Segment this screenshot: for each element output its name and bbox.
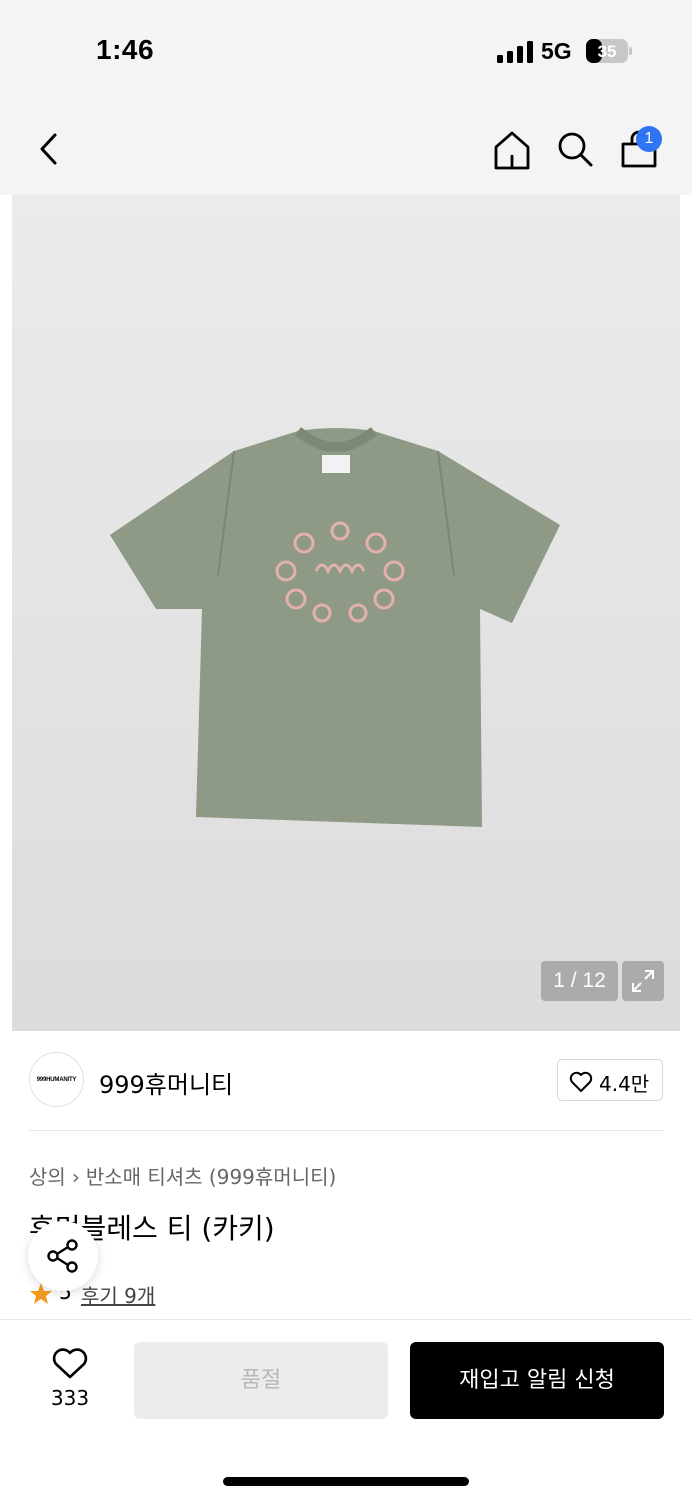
heart-icon	[569, 1071, 593, 1092]
status-bar: 1:46 5G 35	[0, 0, 692, 100]
network-type: 5G	[541, 38, 572, 64]
search-icon[interactable]	[556, 130, 594, 168]
brand-name[interactable]: 999휴머니티	[99, 1065, 233, 1100]
expand-image-button[interactable]	[622, 961, 664, 1001]
share-icon	[47, 1239, 78, 1273]
home-icon[interactable]	[492, 130, 532, 170]
signal-icon	[497, 41, 533, 63]
restock-alert-button[interactable]: 재입고 알림 신청	[410, 1342, 664, 1419]
status-time: 1:46	[96, 34, 155, 65]
wishlist-count: 333	[50, 1386, 90, 1410]
breadcrumb: 상의 › 반소매 티셔츠 (999휴머니티)	[29, 1161, 336, 1190]
breadcrumb-subcategory[interactable]: 반소매 티셔츠 (999휴머니티)	[86, 1165, 337, 1189]
chevron-right-icon: ›	[71, 1165, 80, 1189]
expand-icon	[632, 970, 654, 992]
product-image[interactable]: 1 / 12	[12, 195, 680, 1031]
top-nav	[0, 100, 692, 195]
brand-logo[interactable]: 999HUMANITY	[29, 1052, 84, 1107]
review-count-link[interactable]: 후기 9개	[81, 1280, 155, 1309]
divider	[29, 1130, 663, 1131]
share-button[interactable]	[28, 1221, 98, 1291]
back-arrow-icon[interactable]	[36, 132, 64, 166]
image-counter: 1 / 12	[541, 961, 618, 1001]
home-indicator	[223, 1477, 469, 1486]
brand-like-count: 4.4만	[599, 1072, 650, 1096]
wishlist-heart-icon[interactable]	[52, 1348, 88, 1380]
bottom-action-bar: 333 품절 재입고 알림 신청	[0, 1319, 692, 1500]
battery-icon: 35	[586, 39, 632, 63]
battery-level: 35	[598, 42, 617, 61]
brand-like-button[interactable]: 4.4만	[557, 1059, 663, 1101]
tshirt-image	[110, 427, 560, 827]
breadcrumb-category[interactable]: 상의	[29, 1165, 66, 1189]
sold-out-button[interactable]: 품절	[134, 1342, 388, 1419]
cart-count-badge: 1	[636, 126, 662, 152]
